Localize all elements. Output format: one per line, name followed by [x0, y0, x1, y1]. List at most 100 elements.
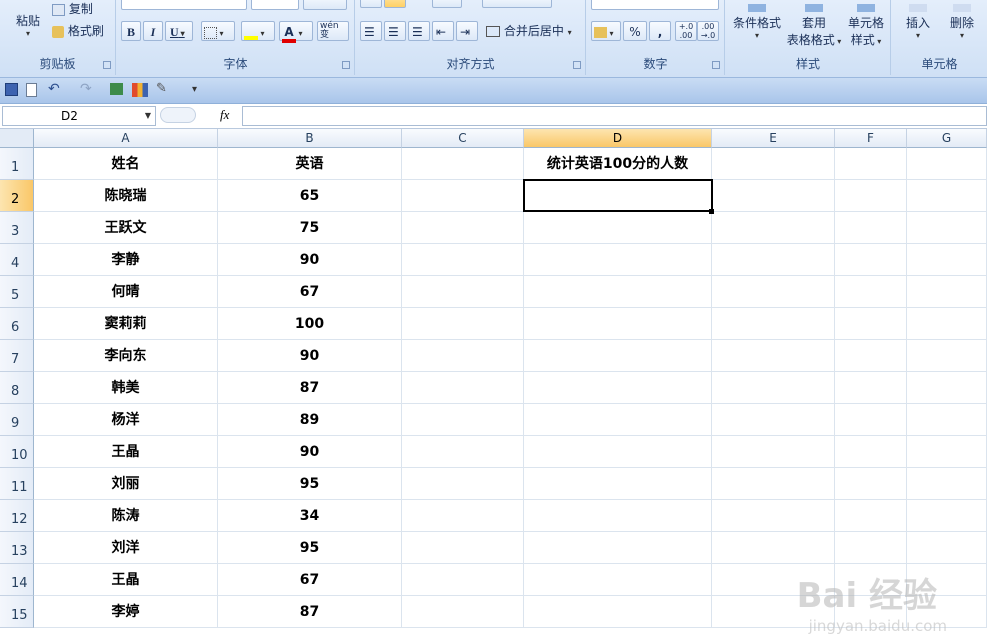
- cell-f7[interactable]: [835, 340, 907, 372]
- cell-f13[interactable]: [835, 532, 907, 564]
- cell-e3[interactable]: [712, 212, 835, 244]
- cell-b10[interactable]: 90: [218, 436, 402, 468]
- cell-e6[interactable]: [712, 308, 835, 340]
- column-header-c[interactable]: C: [402, 129, 524, 148]
- cell-a13[interactable]: 刘洋: [34, 532, 218, 564]
- cell-a2[interactable]: 陈晓瑞: [34, 180, 218, 212]
- insert-function-icon[interactable]: fx: [220, 107, 229, 123]
- orientation-button[interactable]: [432, 0, 462, 8]
- edit-icon[interactable]: ✎: [156, 81, 171, 96]
- decrease-decimal-button[interactable]: .00 →.0: [697, 21, 719, 41]
- dialog-launcher-icon[interactable]: [103, 61, 111, 69]
- cell-d13[interactable]: [524, 532, 712, 564]
- cell-c5[interactable]: [402, 276, 524, 308]
- copy-button[interactable]: 复制: [52, 0, 93, 17]
- cell-b14[interactable]: 67: [218, 564, 402, 596]
- insert-button[interactable]: 插入 ▾: [898, 0, 938, 40]
- format-painter-button[interactable]: 格式刷: [52, 22, 104, 39]
- cell-e4[interactable]: [712, 244, 835, 276]
- cell-c10[interactable]: [402, 436, 524, 468]
- dialog-launcher-icon[interactable]: [573, 61, 581, 69]
- column-header-e[interactable]: E: [712, 129, 835, 148]
- align-middle-button[interactable]: [384, 0, 406, 8]
- cell-e7[interactable]: [712, 340, 835, 372]
- increase-indent-button[interactable]: ⇥: [456, 21, 478, 41]
- italic-button[interactable]: I: [143, 21, 163, 41]
- cell-a11[interactable]: 刘丽: [34, 468, 218, 500]
- merge-center-button[interactable]: 合并后居中 ▾: [486, 21, 572, 43]
- cell-d10[interactable]: [524, 436, 712, 468]
- save-icon[interactable]: [5, 83, 18, 96]
- cell-d15[interactable]: [524, 596, 712, 628]
- cell-b1[interactable]: 英语: [218, 148, 402, 180]
- grow-font-button[interactable]: [303, 0, 347, 10]
- cell-d3[interactable]: [524, 212, 712, 244]
- chevron-down-icon[interactable]: ▼: [145, 107, 151, 125]
- row-header-12[interactable]: 12: [0, 500, 34, 532]
- cell-e13[interactable]: [712, 532, 835, 564]
- cell-g1[interactable]: [907, 148, 987, 180]
- name-box[interactable]: D2 ▼: [2, 106, 156, 126]
- row-header-10[interactable]: 10: [0, 436, 34, 468]
- cell-d9[interactable]: [524, 404, 712, 436]
- row-header-5[interactable]: 5: [0, 276, 34, 308]
- cell-d1[interactable]: 统计英语100分的人数: [524, 148, 712, 180]
- font-color-button[interactable]: A ▾: [279, 21, 313, 43]
- cell-e12[interactable]: [712, 500, 835, 532]
- cell-c11[interactable]: [402, 468, 524, 500]
- cell-f8[interactable]: [835, 372, 907, 404]
- row-header-2[interactable]: 2: [0, 180, 34, 212]
- align-top-button[interactable]: [360, 0, 382, 8]
- number-format-select[interactable]: [591, 0, 719, 10]
- column-header-b[interactable]: B: [218, 129, 402, 148]
- active-cell-d2[interactable]: [523, 179, 713, 212]
- cell-a3[interactable]: 王跃文: [34, 212, 218, 244]
- cell-c15[interactable]: [402, 596, 524, 628]
- bold-button[interactable]: B: [121, 21, 141, 41]
- cell-e1[interactable]: [712, 148, 835, 180]
- cell-f2[interactable]: [835, 180, 907, 212]
- cell-f4[interactable]: [835, 244, 907, 276]
- cell-g7[interactable]: [907, 340, 987, 372]
- row-header-3[interactable]: 3: [0, 212, 34, 244]
- cell-c13[interactable]: [402, 532, 524, 564]
- currency-button[interactable]: ▾: [591, 21, 621, 41]
- cell-a7[interactable]: 李向东: [34, 340, 218, 372]
- cell-b3[interactable]: 75: [218, 212, 402, 244]
- fill-color-button[interactable]: ▾: [241, 21, 275, 41]
- cell-g4[interactable]: [907, 244, 987, 276]
- cell-c6[interactable]: [402, 308, 524, 340]
- cell-g12[interactable]: [907, 500, 987, 532]
- cell-e11[interactable]: [712, 468, 835, 500]
- cell-e9[interactable]: [712, 404, 835, 436]
- row-header-13[interactable]: 13: [0, 532, 34, 564]
- conditional-formatting-button[interactable]: 条件格式 ▾: [730, 0, 784, 40]
- cell-a15[interactable]: 李婷: [34, 596, 218, 628]
- cell-g13[interactable]: [907, 532, 987, 564]
- cell-b5[interactable]: 67: [218, 276, 402, 308]
- column-header-f[interactable]: F: [835, 129, 907, 148]
- select-all-corner[interactable]: [0, 129, 34, 148]
- align-right-button[interactable]: ☰: [408, 21, 430, 41]
- cell-f1[interactable]: [835, 148, 907, 180]
- column-header-g[interactable]: G: [907, 129, 987, 148]
- cell-d4[interactable]: [524, 244, 712, 276]
- cell-b15[interactable]: 87: [218, 596, 402, 628]
- row-header-6[interactable]: 6: [0, 308, 34, 340]
- comma-button[interactable]: ,: [649, 21, 671, 41]
- cell-c4[interactable]: [402, 244, 524, 276]
- cell-c8[interactable]: [402, 372, 524, 404]
- dialog-launcher-icon[interactable]: [342, 61, 350, 69]
- borders-button[interactable]: ▾: [201, 21, 235, 41]
- font-name-select[interactable]: [121, 0, 247, 10]
- cell-g11[interactable]: [907, 468, 987, 500]
- row-header-15[interactable]: 15: [0, 596, 34, 628]
- wrap-text-button[interactable]: [482, 0, 552, 8]
- row-header-8[interactable]: 8: [0, 372, 34, 404]
- row-header-14[interactable]: 14: [0, 564, 34, 596]
- cell-f3[interactable]: [835, 212, 907, 244]
- delete-button[interactable]: 删除 ▾: [942, 0, 982, 40]
- increase-decimal-button[interactable]: +.0.00: [675, 21, 697, 41]
- cell-f12[interactable]: [835, 500, 907, 532]
- cell-d11[interactable]: [524, 468, 712, 500]
